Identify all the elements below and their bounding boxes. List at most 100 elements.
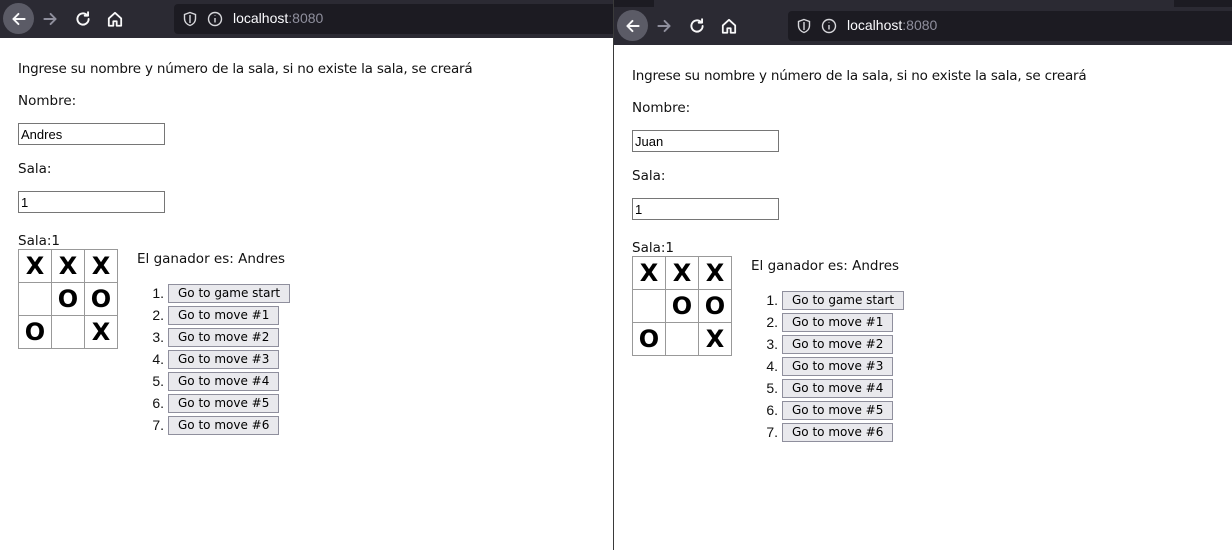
- board-square[interactable]: X: [51, 249, 85, 283]
- info-icon[interactable]: [207, 11, 223, 27]
- board-square[interactable]: [665, 322, 699, 356]
- go-to-move-button[interactable]: Go to game start: [782, 290, 905, 310]
- home-icon: [107, 11, 122, 27]
- board-square[interactable]: X: [84, 249, 118, 283]
- go-to-move-button[interactable]: Go to move #3: [782, 356, 894, 376]
- forward-button[interactable]: [34, 3, 65, 34]
- back-button[interactable]: [617, 10, 648, 41]
- url-bar[interactable]: localhost:8080: [788, 11, 1232, 41]
- url-text[interactable]: localhost:8080: [847, 17, 937, 33]
- intro-text: Ingrese su nombre y número de la sala, s…: [18, 61, 473, 77]
- move-list-item: 4. Go to move #3: [751, 355, 904, 377]
- board-square[interactable]: O: [18, 315, 52, 349]
- board-square[interactable]: O: [632, 322, 666, 356]
- nombre-label: Nombre:: [18, 93, 77, 109]
- go-to-move-button[interactable]: Go to move #3: [168, 349, 280, 369]
- sala-input[interactable]: [18, 191, 165, 213]
- intro-text: Ingrese su nombre y número de la sala, s…: [632, 68, 1087, 84]
- browser-toolbar: localhost:8080: [614, 7, 1232, 45]
- go-to-move-button[interactable]: Go to move #1: [782, 312, 894, 332]
- page-content: Ingrese su nombre y número de la sala, s…: [614, 45, 1232, 550]
- move-list-item: 4. Go to move #3: [137, 348, 290, 370]
- nombre-input[interactable]: [632, 130, 779, 152]
- forward-button[interactable]: [648, 10, 679, 41]
- move-list-item: 3. Go to move #2: [751, 333, 904, 355]
- forward-arrow-icon: [42, 12, 57, 25]
- move-number: 1.: [152, 285, 164, 301]
- shield-icon[interactable]: [182, 11, 198, 27]
- home-icon: [721, 18, 736, 34]
- url-host: localhost: [233, 10, 289, 26]
- winner-status: El ganador es: Andres: [751, 258, 900, 274]
- board-square[interactable]: X: [665, 256, 699, 290]
- go-to-move-button[interactable]: Go to game start: [168, 283, 291, 303]
- url-host: localhost: [847, 17, 903, 33]
- go-to-move-button[interactable]: Go to move #6: [168, 415, 280, 435]
- go-to-move-button[interactable]: Go to move #4: [168, 371, 280, 391]
- url-port: :8080: [902, 17, 938, 33]
- move-number: 4.: [152, 351, 164, 367]
- sala-label: Sala:: [632, 168, 666, 184]
- go-to-move-button[interactable]: Go to move #6: [782, 422, 894, 442]
- move-number: 7.: [766, 424, 778, 440]
- board-square[interactable]: O: [51, 282, 85, 316]
- sala-display: Sala:1: [632, 240, 674, 256]
- home-button[interactable]: [99, 3, 130, 34]
- move-history-list: 1. Go to game start 2. Go to move #1 3. Go …: [137, 282, 291, 436]
- board-square[interactable]: O: [665, 289, 699, 323]
- home-button[interactable]: [713, 10, 744, 41]
- sala-label: Sala:: [18, 161, 52, 177]
- reload-button[interactable]: [681, 10, 712, 41]
- move-list-item: 1. Go to game start: [751, 289, 905, 311]
- browser-window-left: localhost:8080 Ingrese su nombre y númer…: [0, 0, 613, 550]
- back-button[interactable]: [3, 3, 34, 34]
- move-list-item: 3. Go to move #2: [137, 326, 290, 348]
- info-icon[interactable]: [821, 18, 837, 34]
- move-number: 1.: [766, 292, 778, 308]
- go-to-move-button[interactable]: Go to move #2: [782, 334, 894, 354]
- board-square[interactable]: O: [84, 282, 118, 316]
- move-history-list: 1. Go to game start 2. Go to move #1 3. Go …: [751, 289, 905, 443]
- reload-icon: [75, 10, 90, 25]
- go-to-move-button[interactable]: Go to move #2: [168, 327, 280, 347]
- board-square[interactable]: X: [632, 256, 666, 290]
- reload-icon: [689, 17, 704, 32]
- move-number: 2.: [766, 314, 778, 330]
- move-list-item: 6. Go to move #5: [137, 392, 290, 414]
- move-number: 3.: [152, 329, 164, 345]
- go-to-move-button[interactable]: Go to move #4: [782, 378, 894, 398]
- move-list-item: 5. Go to move #4: [137, 370, 290, 392]
- move-list-item: 6. Go to move #5: [751, 399, 904, 421]
- nombre-input[interactable]: [18, 123, 165, 145]
- board-square[interactable]: X: [698, 256, 732, 290]
- back-arrow-icon: [11, 12, 26, 25]
- board-square[interactable]: [51, 315, 85, 349]
- board-square[interactable]: X: [84, 315, 118, 349]
- back-arrow-icon: [625, 19, 640, 32]
- board-square[interactable]: [18, 282, 52, 316]
- reload-button[interactable]: [67, 3, 98, 34]
- url-bar[interactable]: localhost:8080: [174, 4, 613, 34]
- winner-status: El ganador es: Andres: [137, 251, 286, 267]
- move-number: 5.: [766, 380, 778, 396]
- go-to-move-button[interactable]: Go to move #5: [168, 393, 280, 413]
- board-square[interactable]: X: [18, 249, 52, 283]
- url-port: :8080: [288, 10, 324, 26]
- move-number: 4.: [766, 358, 778, 374]
- board-square[interactable]: X: [698, 322, 732, 356]
- board-square[interactable]: [632, 289, 666, 323]
- go-to-move-button[interactable]: Go to move #5: [782, 400, 894, 420]
- sala-display: Sala:1: [18, 233, 60, 249]
- sala-input[interactable]: [632, 198, 779, 220]
- active-tab[interactable]: [654, 0, 1174, 7]
- browser-toolbar: localhost:8080: [0, 0, 613, 38]
- board-square[interactable]: O: [698, 289, 732, 323]
- move-list-item: 7. Go to move #6: [751, 421, 904, 443]
- go-to-move-button[interactable]: Go to move #1: [168, 305, 280, 325]
- move-number: 3.: [766, 336, 778, 352]
- move-list-item: 5. Go to move #4: [751, 377, 904, 399]
- sala-display-value: 1: [665, 240, 675, 256]
- shield-icon[interactable]: [796, 18, 812, 34]
- move-list-item: 7. Go to move #6: [137, 414, 290, 436]
- url-text[interactable]: localhost:8080: [233, 10, 323, 26]
